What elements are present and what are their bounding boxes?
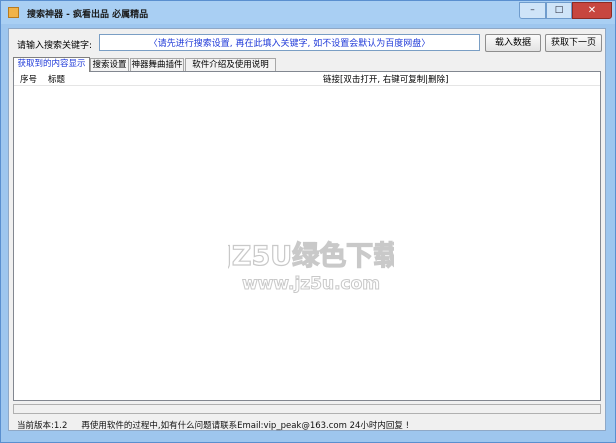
app-icon xyxy=(8,7,19,18)
load-data-button[interactable]: 载入数据 xyxy=(485,34,541,52)
minimize-button[interactable]: – xyxy=(519,2,546,19)
watermark-logo: JZ5U绿色下载 www.jz5u.com xyxy=(228,239,394,294)
column-header-title[interactable]: 标题 xyxy=(48,73,65,85)
status-bar: 当前版本:1.2 再使用软件的过程中,如有什么问题请联系Email:vip_pea… xyxy=(17,419,409,431)
tab-dance-plugin[interactable]: 神器舞曲插件 xyxy=(130,58,184,71)
app-window: 搜索神器 - 疯看出品 必属精品 – □ ✕ 请输入搜索关键字: 载入数据 获取… xyxy=(0,0,616,443)
keyword-input[interactable] xyxy=(99,34,480,51)
watermark-url: www.jz5u.com xyxy=(242,274,380,294)
column-header-index[interactable]: 序号 xyxy=(20,73,37,85)
tab-search-settings[interactable]: 搜索设置 xyxy=(90,58,129,71)
column-header-link[interactable]: 链接[双击打开, 右键可复制|删除] xyxy=(323,73,448,85)
next-page-button[interactable]: 获取下一页 xyxy=(545,34,602,52)
tab-help[interactable]: 软件介绍及使用说明 xyxy=(185,58,276,71)
results-header: 序号 标题 链接[双击打开, 右键可复制|删除] xyxy=(14,72,600,86)
tab-results[interactable]: 获取到的内容显示 xyxy=(13,57,90,72)
status-strip xyxy=(13,404,601,414)
maximize-button[interactable]: □ xyxy=(546,2,572,19)
close-button[interactable]: ✕ xyxy=(572,2,612,19)
title-bar[interactable]: 搜索神器 - 疯看出品 必属精品 – □ ✕ xyxy=(1,1,615,24)
version-label: 当前版本:1.2 xyxy=(17,421,68,431)
keyword-label: 请输入搜索关键字: xyxy=(17,41,93,51)
contact-message: 再使用软件的过程中,如有什么问题请联系Email:vip_peak@163.co… xyxy=(81,421,410,431)
results-list[interactable]: 序号 标题 链接[双击打开, 右键可复制|删除] JZ5U绿色下载 www.jz… xyxy=(13,71,601,401)
main-client-area: 请输入搜索关键字: 载入数据 获取下一页 获取到的内容显示 搜索设置 神器舞曲插… xyxy=(8,28,606,431)
window-title: 搜索神器 - 疯看出品 必属精品 xyxy=(27,10,149,20)
watermark-brand: JZ5U绿色下载 xyxy=(228,240,394,272)
